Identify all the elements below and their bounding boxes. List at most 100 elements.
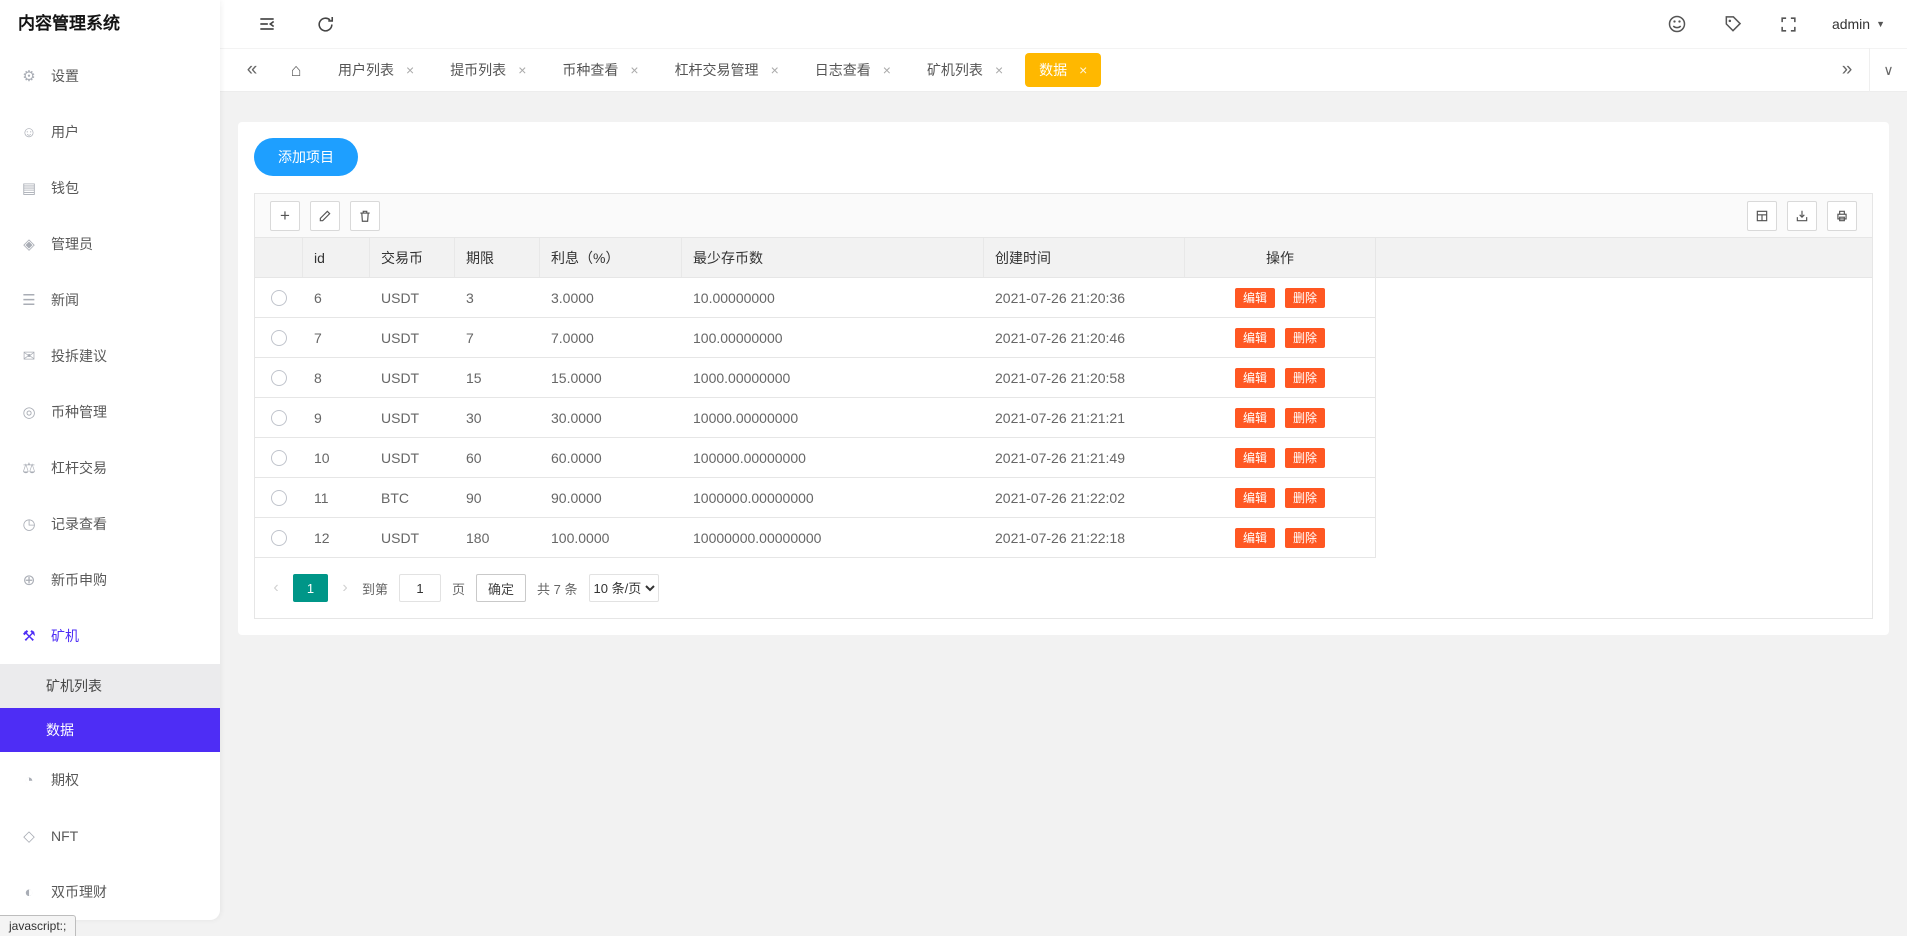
tabs-dropdown-icon[interactable]: ∨ bbox=[1869, 48, 1907, 92]
edit-button[interactable]: 编辑 bbox=[1235, 368, 1275, 388]
delete-button[interactable]: 删除 bbox=[1285, 448, 1325, 468]
table-row: 11BTC9090.00001000000.000000002021-07-26… bbox=[255, 478, 1376, 518]
sidebar-item-coins[interactable]: ◎币种管理 bbox=[0, 384, 220, 440]
tab-close-icon[interactable]: × bbox=[406, 63, 414, 77]
row-radio[interactable] bbox=[271, 330, 287, 346]
edit-button[interactable]: 编辑 bbox=[1235, 488, 1275, 508]
edit-button[interactable]: 编辑 bbox=[1235, 528, 1275, 548]
row-radio[interactable] bbox=[271, 370, 287, 386]
sidebar-item-wallet[interactable]: ▤钱包 bbox=[0, 160, 220, 216]
page-size-select[interactable]: 10 条/页 bbox=[589, 574, 659, 602]
current-page[interactable]: 1 bbox=[293, 574, 328, 602]
top-header: admin ▼ bbox=[220, 0, 1907, 48]
sidebar-item-new-coin[interactable]: ⊕新币申购 bbox=[0, 552, 220, 608]
home-icon[interactable]: ⌂ bbox=[274, 48, 318, 92]
goto-prefix-label: 到第 bbox=[362, 579, 388, 598]
row-radio[interactable] bbox=[271, 410, 287, 426]
print-icon[interactable] bbox=[1827, 201, 1857, 231]
theme-icon[interactable] bbox=[1664, 11, 1690, 37]
delete-button[interactable]: 删除 bbox=[1285, 368, 1325, 388]
cell-interest: 90.0000 bbox=[540, 478, 682, 517]
add-item-button[interactable]: 添加项目 bbox=[254, 138, 358, 176]
edit-button[interactable]: 编辑 bbox=[1235, 288, 1275, 308]
sidebar-item-miner[interactable]: ⚒矿机 bbox=[0, 608, 220, 664]
tab-log-view[interactable]: 日志查看 × bbox=[801, 53, 905, 87]
cell-created: 2021-07-26 21:20:36 bbox=[984, 278, 1185, 317]
delete-button[interactable]: 删除 bbox=[1285, 528, 1325, 548]
tab-label: 杠杆交易管理 bbox=[675, 60, 759, 80]
next-page-icon[interactable]: › bbox=[339, 579, 351, 597]
sidebar-item-options[interactable]: ◔期权 bbox=[0, 752, 220, 808]
sidebar-item-settings[interactable]: ⚙设置 bbox=[0, 48, 220, 104]
cell-select bbox=[255, 478, 303, 517]
menu-collapse-icon[interactable] bbox=[254, 11, 280, 37]
tab-close-icon[interactable]: × bbox=[995, 63, 1003, 77]
tab-coin-view[interactable]: 币种查看 × bbox=[548, 53, 652, 87]
tag-icon[interactable] bbox=[1720, 11, 1746, 37]
cell-term: 90 bbox=[455, 478, 540, 517]
edit-button[interactable]: 编辑 bbox=[1235, 328, 1275, 348]
tab-label: 日志查看 bbox=[815, 60, 871, 80]
sidebar-item-news[interactable]: ☰新闻 bbox=[0, 272, 220, 328]
tab-list: 用户列表×提币列表×币种查看×杠杆交易管理×日志查看×矿机列表×数据× bbox=[324, 53, 1101, 87]
user-menu[interactable]: admin ▼ bbox=[1832, 16, 1885, 32]
cell-actions: 编辑删除 bbox=[1185, 438, 1376, 477]
row-radio[interactable] bbox=[271, 450, 287, 466]
table-row: 9USDT3030.000010000.000000002021-07-26 2… bbox=[255, 398, 1376, 438]
user-name: admin bbox=[1832, 16, 1870, 32]
tab-data[interactable]: 数据× bbox=[1025, 53, 1101, 87]
tab-close-icon[interactable]: × bbox=[1079, 63, 1087, 77]
cell-id: 8 bbox=[303, 358, 370, 397]
delete-button[interactable]: 删除 bbox=[1285, 408, 1325, 428]
cell-id: 10 bbox=[303, 438, 370, 477]
add-row-icon[interactable]: + bbox=[270, 201, 300, 231]
tab-leverage-manage[interactable]: 杠杆交易管理 × bbox=[661, 53, 793, 87]
prev-page-icon[interactable]: ‹ bbox=[270, 579, 282, 597]
tab-close-icon[interactable]: × bbox=[883, 63, 891, 77]
sidebar-item-feedback[interactable]: ✉投拆建议 bbox=[0, 328, 220, 384]
goto-page-input[interactable] bbox=[399, 574, 441, 602]
cell-select bbox=[255, 398, 303, 437]
edit-button[interactable]: 编辑 bbox=[1235, 448, 1275, 468]
filter-columns-icon[interactable] bbox=[1747, 201, 1777, 231]
cell-min-deposit: 10000.00000000 bbox=[682, 398, 984, 437]
edit-row-icon[interactable] bbox=[310, 201, 340, 231]
row-radio[interactable] bbox=[271, 290, 287, 306]
sidebar-subitem-miner-list[interactable]: 矿机列表 bbox=[0, 664, 220, 708]
row-radio[interactable] bbox=[271, 490, 287, 506]
delete-row-icon[interactable] bbox=[350, 201, 380, 231]
cell-min-deposit: 1000000.00000000 bbox=[682, 478, 984, 517]
tab-close-icon[interactable]: × bbox=[771, 63, 779, 77]
goto-confirm-button[interactable]: 确定 bbox=[476, 574, 526, 602]
tabs-scroll-right-icon[interactable]: » bbox=[1825, 48, 1869, 92]
fullscreen-icon[interactable] bbox=[1776, 11, 1802, 37]
tab-close-icon[interactable]: × bbox=[518, 63, 526, 77]
tab-label: 提币列表 bbox=[450, 60, 506, 80]
sidebar-item-dual-finance[interactable]: ◐双币理财 bbox=[0, 864, 220, 920]
sidebar-subitem-label: 数据 bbox=[46, 722, 74, 738]
sidebar-item-label: 用户 bbox=[51, 122, 79, 142]
sidebar-item-leverage[interactable]: ⚖杠杆交易 bbox=[0, 440, 220, 496]
tab-close-icon[interactable]: × bbox=[630, 63, 638, 77]
tab-label: 币种查看 bbox=[562, 60, 618, 80]
status-bar: javascript:; bbox=[0, 915, 76, 936]
delete-button[interactable]: 删除 bbox=[1285, 328, 1325, 348]
tabs-scroll-left-icon[interactable]: « bbox=[230, 48, 274, 92]
refresh-icon[interactable] bbox=[312, 11, 338, 37]
sidebar-item-records[interactable]: ◷记录查看 bbox=[0, 496, 220, 552]
tab-user-list[interactable]: 用户列表× bbox=[324, 53, 428, 87]
sidebar-item-users[interactable]: ☺用户 bbox=[0, 104, 220, 160]
delete-button[interactable]: 删除 bbox=[1285, 288, 1325, 308]
edit-button[interactable]: 编辑 bbox=[1235, 408, 1275, 428]
sidebar-item-label: 新闻 bbox=[51, 290, 79, 310]
sidebar-item-nft[interactable]: ◇NFT bbox=[0, 808, 220, 864]
sidebar-subitem-data[interactable]: 数据 bbox=[0, 708, 220, 752]
delete-button[interactable]: 删除 bbox=[1285, 488, 1325, 508]
tab-withdraw-list[interactable]: 提币列表 × bbox=[436, 53, 540, 87]
row-radio[interactable] bbox=[271, 530, 287, 546]
export-icon[interactable] bbox=[1787, 201, 1817, 231]
sidebar-item-admins[interactable]: ◈管理员 bbox=[0, 216, 220, 272]
tab-miner-list[interactable]: 矿机列表× bbox=[913, 53, 1017, 87]
cell-min-deposit: 10000000.00000000 bbox=[682, 518, 984, 557]
chevron-down-icon: ▼ bbox=[1876, 19, 1885, 29]
